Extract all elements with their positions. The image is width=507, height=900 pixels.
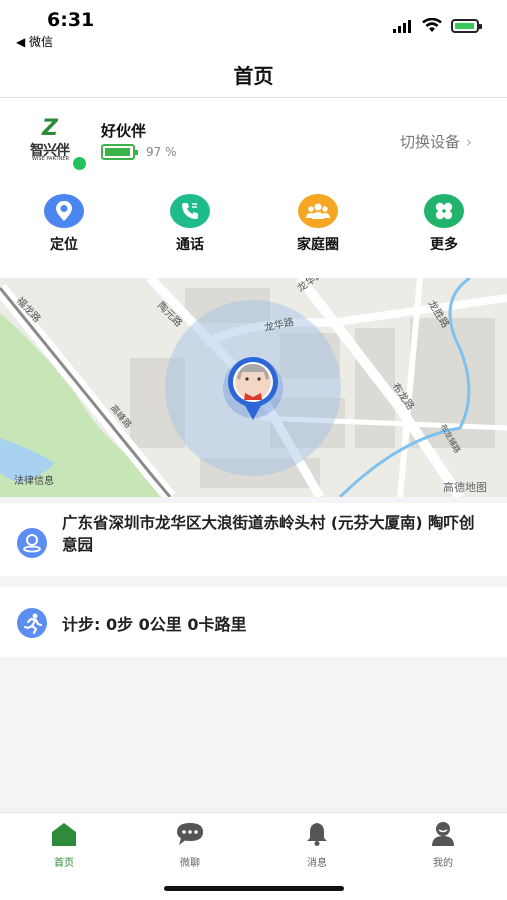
phone-icon bbox=[170, 194, 210, 228]
brand-logo: Z 智兴伴 WISE PARTNER bbox=[30, 116, 70, 162]
quick-action-locate[interactable]: 定位 bbox=[24, 194, 104, 254]
bell-icon bbox=[307, 823, 327, 846]
back-to-wechat[interactable]: ◀ 微信 bbox=[16, 33, 53, 50]
tab-profile[interactable]: 我的 bbox=[413, 821, 473, 869]
quick-action-family[interactable]: 家庭圈 bbox=[278, 194, 358, 254]
tab-messages[interactable]: 消息 bbox=[287, 821, 347, 869]
map-canvas: 陶元路 龙华路 布龙路 龙胜路 福龙路 布龙辅路 高峰路 龙华路 法律信息 高德… bbox=[0, 278, 507, 497]
clover-icon bbox=[424, 194, 464, 228]
wifi-icon bbox=[422, 18, 442, 32]
status-time: 6:31 bbox=[47, 9, 95, 31]
quick-action-call[interactable]: 通话 bbox=[150, 194, 230, 254]
nav-bar: 首页 bbox=[0, 52, 507, 98]
step-count-card[interactable]: 计步: 0步 0公里 0卡路里 bbox=[0, 587, 507, 657]
chevron-right-icon: › bbox=[466, 133, 473, 151]
switch-device-button[interactable]: 切换设备 › bbox=[400, 131, 472, 152]
family-icon bbox=[298, 194, 338, 228]
device-name: 好伙伴 bbox=[101, 122, 147, 140]
running-icon bbox=[17, 608, 47, 638]
tab-label: 我的 bbox=[433, 858, 453, 869]
map-legal-link[interactable]: 法律信息 bbox=[14, 474, 54, 487]
device-card: Z 智兴伴 WISE PARTNER 好伙伴 97 % 切换设备 › 定位 通话 … bbox=[0, 98, 507, 278]
quick-action-more[interactable]: 更多 bbox=[404, 194, 484, 254]
home-icon bbox=[52, 823, 76, 846]
address-location-icon bbox=[17, 528, 47, 558]
step-summary: 计步: 0步 0公里 0卡路里 bbox=[62, 615, 247, 634]
tab-label: 首页 bbox=[54, 858, 74, 869]
cellular-signal-icon bbox=[393, 20, 411, 33]
quick-action-label: 家庭圈 bbox=[297, 237, 339, 253]
online-status-dot bbox=[73, 157, 86, 170]
quick-action-label: 更多 bbox=[430, 237, 458, 253]
quick-action-label: 通话 bbox=[176, 237, 204, 253]
address-card[interactable]: 广东省深圳市龙华区大浪街道赤岭头村 (元芬大厦南) 陶吓创意园 bbox=[0, 503, 507, 576]
location-pin-icon bbox=[44, 194, 84, 228]
tab-home[interactable]: 首页 bbox=[34, 821, 94, 869]
device-battery-percent: 97 % bbox=[146, 145, 177, 159]
tab-label: 消息 bbox=[307, 858, 327, 869]
switch-device-label: 切换设备 bbox=[400, 133, 461, 151]
current-address: 广东省深圳市龙华区大浪街道赤岭头村 (元芬大厦南) 陶吓创意园 bbox=[62, 514, 475, 554]
status-bar: 6:31 ◀ 微信 bbox=[0, 0, 507, 52]
chat-icon bbox=[177, 823, 203, 845]
location-map[interactable]: 陶元路 龙华路 布龙路 龙胜路 福龙路 布龙辅路 高峰路 龙华路 法律信息 高德… bbox=[0, 278, 507, 497]
tab-label: 微聊 bbox=[180, 858, 200, 869]
device-battery-icon bbox=[101, 144, 138, 160]
tab-chat[interactable]: 微聊 bbox=[160, 821, 220, 869]
phone-battery-icon bbox=[451, 19, 482, 33]
user-icon bbox=[432, 822, 454, 846]
page-title: 首页 bbox=[233, 64, 274, 88]
home-indicator[interactable] bbox=[164, 886, 344, 891]
quick-action-label: 定位 bbox=[50, 237, 78, 253]
map-provider-logo: 高德地图 bbox=[443, 480, 487, 494]
